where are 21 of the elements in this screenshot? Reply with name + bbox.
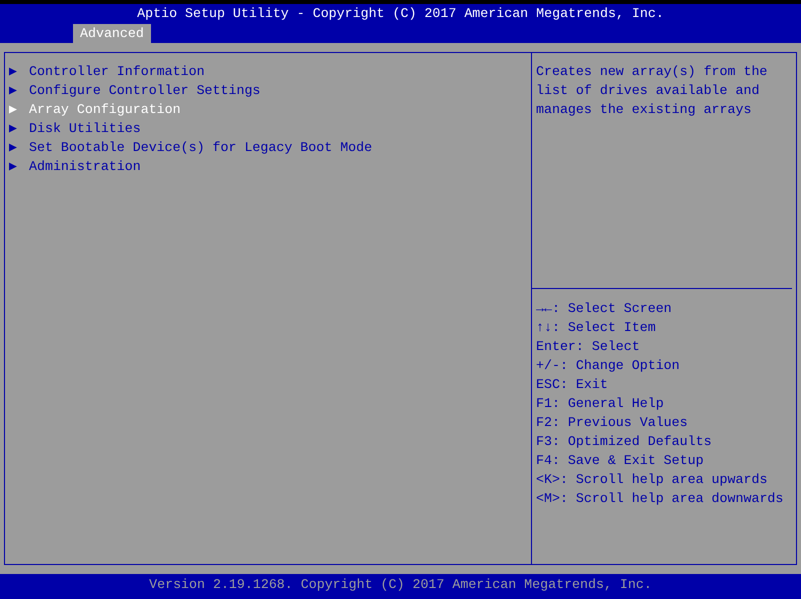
key-hint: F4: Save & Exit Setup: [536, 452, 705, 470]
menu-tab[interactable]: Advanced: [73, 24, 151, 43]
key-hint: +/-: Change Option: [536, 357, 681, 375]
key-hint: <M>: Scroll help area downwards: [536, 490, 784, 508]
key-hint: ESC: Exit: [536, 376, 609, 394]
key-hint: ↑↓: Select Item: [536, 319, 657, 337]
menu-item[interactable]: ▶ Configure Controller Settings: [5, 81, 531, 100]
menu-item[interactable]: ▶ Administration: [5, 157, 531, 176]
key-hint: F3: Optimized Defaults: [536, 433, 713, 451]
version-footer: Version 2.19.1268. Copyright (C) 2017 American Megatrends, Inc.: [0, 574, 801, 599]
key-hint: →←: Select Screen: [536, 300, 673, 318]
key-hint: <K>: Scroll help area upwards: [536, 471, 768, 489]
key-hint: F1: General Help: [536, 395, 665, 413]
key-hint: F2: Previous Values: [536, 414, 689, 432]
menu-item[interactable]: ▶ Disk Utilities: [5, 119, 531, 138]
menu-item[interactable]: ▶ Set Bootable Device(s) for Legacy Boot Mode: [5, 138, 531, 157]
menu-item[interactable]: ▶ Array Configuration: [5, 100, 531, 119]
help-text: Creates new array(s) from the list of drives available and manages the existing arrays: [532, 53, 792, 289]
menu-item[interactable]: ▶ Controller Information: [5, 62, 531, 81]
key-hint: Enter: Select: [536, 338, 641, 356]
window-title: Aptio Setup Utility - Copyright (C) 2017 American Megatrends, Inc.: [136, 5, 665, 23]
